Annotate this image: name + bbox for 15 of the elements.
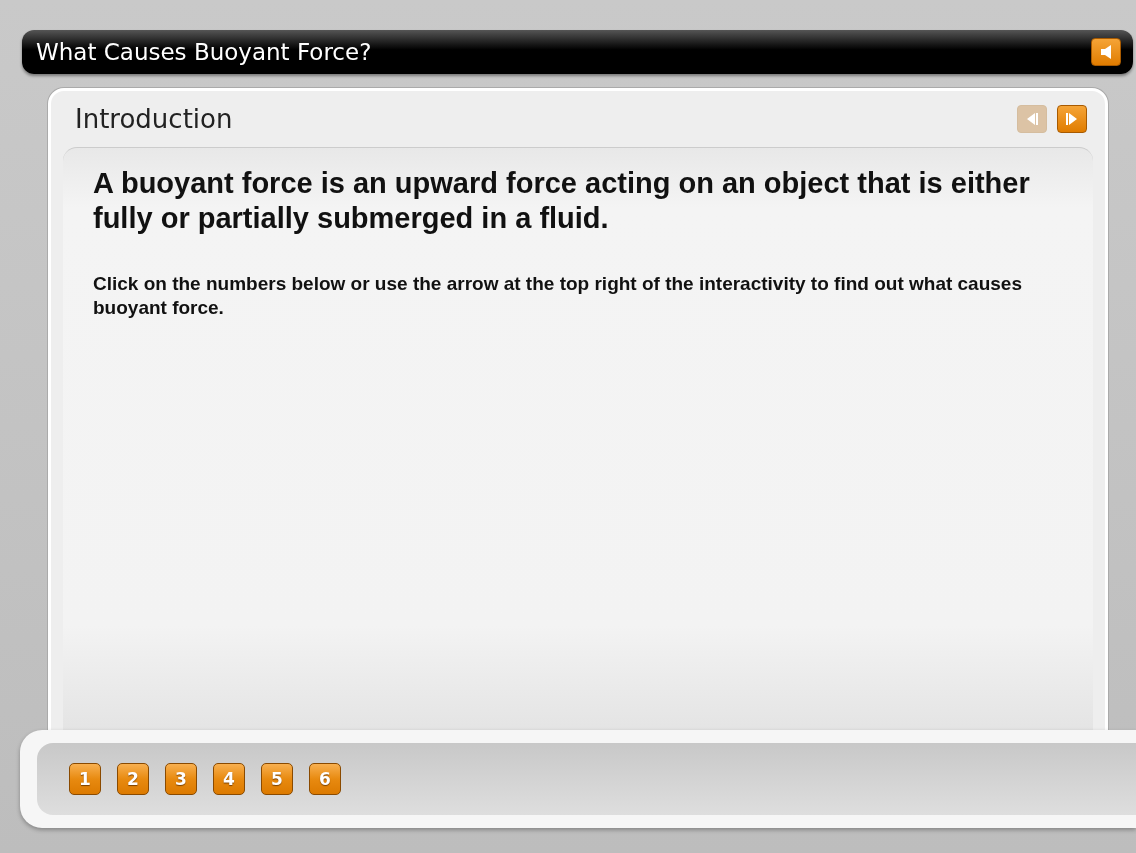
section-heading: Introduction xyxy=(75,104,233,134)
sound-button[interactable] xyxy=(1091,38,1121,66)
window-title: What Causes Buoyant Force? xyxy=(36,39,372,65)
page-number-button[interactable]: 3 xyxy=(165,763,197,795)
page-number-button[interactable]: 1 xyxy=(69,763,101,795)
next-button[interactable] xyxy=(1057,105,1087,133)
page-number-button[interactable]: 6 xyxy=(309,763,341,795)
instruction-text: Click on the numbers below or use the arrow at the top right of the interactivity to find out what causes buoyant force. xyxy=(93,272,1023,320)
next-icon xyxy=(1065,112,1079,126)
speaker-icon xyxy=(1101,45,1111,59)
page-number-button[interactable]: 4 xyxy=(213,763,245,795)
page-number-button[interactable]: 5 xyxy=(261,763,293,795)
page-number-button[interactable]: 2 xyxy=(117,763,149,795)
lead-text: A buoyant force is an upward force acting on an object that is either fully or partially submerged in a fluid. xyxy=(93,166,1031,236)
previous-icon xyxy=(1025,112,1039,126)
